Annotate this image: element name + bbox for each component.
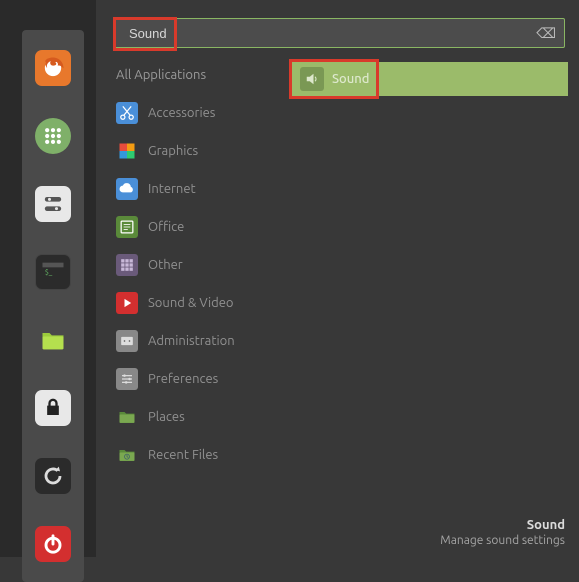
category-label: Graphics bbox=[148, 144, 198, 158]
category-sound-video[interactable]: Sound & Video bbox=[114, 284, 286, 322]
results-panel: Sound bbox=[286, 62, 565, 474]
category-all-applications[interactable]: All Applications bbox=[114, 62, 286, 94]
category-label: Places bbox=[148, 410, 185, 424]
firefox-icon[interactable] bbox=[35, 50, 71, 86]
category-label: Internet bbox=[148, 182, 196, 196]
refresh-icon[interactable] bbox=[35, 458, 71, 494]
category-graphics[interactable]: Graphics bbox=[114, 132, 286, 170]
footer-description: Manage sound settings bbox=[440, 534, 565, 547]
terminal-icon[interactable]: $_ bbox=[35, 254, 71, 290]
status-footer: Sound Manage sound settings bbox=[440, 518, 565, 547]
category-internet[interactable]: Internet bbox=[114, 170, 286, 208]
cloud-icon bbox=[116, 178, 138, 200]
category-other[interactable]: Other bbox=[114, 246, 286, 284]
play-icon bbox=[116, 292, 138, 314]
graphics-icon bbox=[116, 140, 138, 162]
grid-icon bbox=[116, 254, 138, 276]
folder-icon bbox=[116, 406, 138, 428]
clear-search-icon[interactable]: ⌫ bbox=[536, 25, 556, 42]
speaker-icon bbox=[300, 67, 324, 91]
category-office[interactable]: Office bbox=[114, 208, 286, 246]
scissors-icon bbox=[116, 102, 138, 124]
category-preferences[interactable]: Preferences bbox=[114, 360, 286, 398]
category-recent-files[interactable]: Recent Files bbox=[114, 436, 286, 474]
category-list: All Applications Accessories Graphics In… bbox=[114, 62, 286, 474]
category-label: Office bbox=[148, 220, 184, 234]
result-label: Sound bbox=[332, 72, 369, 86]
taskbar: $_ bbox=[0, 0, 96, 557]
taskbar-dock: $_ bbox=[22, 30, 84, 582]
category-label: Preferences bbox=[148, 372, 218, 386]
result-item-sound[interactable]: Sound bbox=[292, 62, 568, 96]
category-administration[interactable]: Administration bbox=[114, 322, 286, 360]
lock-icon[interactable] bbox=[35, 390, 71, 426]
category-label: Other bbox=[148, 258, 183, 272]
settings-icon[interactable] bbox=[35, 186, 71, 222]
office-icon bbox=[116, 216, 138, 238]
menu-content: All Applications Accessories Graphics In… bbox=[114, 62, 565, 474]
apps-icon[interactable] bbox=[35, 118, 71, 154]
category-label: Administration bbox=[148, 334, 235, 348]
svg-text:$_: $_ bbox=[45, 268, 53, 276]
search-input[interactable] bbox=[115, 19, 564, 47]
category-label: Sound & Video bbox=[148, 296, 234, 310]
menu-panel: ⌫ All Applications Accessories Graphics … bbox=[96, 0, 579, 557]
category-label: Accessories bbox=[148, 106, 215, 120]
category-places[interactable]: Places bbox=[114, 398, 286, 436]
category-accessories[interactable]: Accessories bbox=[114, 94, 286, 132]
folder-recent-icon bbox=[116, 444, 138, 466]
sliders-icon bbox=[116, 368, 138, 390]
footer-title: Sound bbox=[440, 518, 565, 532]
admin-icon bbox=[116, 330, 138, 352]
search-field-wrap: ⌫ bbox=[114, 18, 565, 48]
category-label: Recent Files bbox=[148, 448, 218, 462]
files-icon[interactable] bbox=[35, 322, 71, 358]
